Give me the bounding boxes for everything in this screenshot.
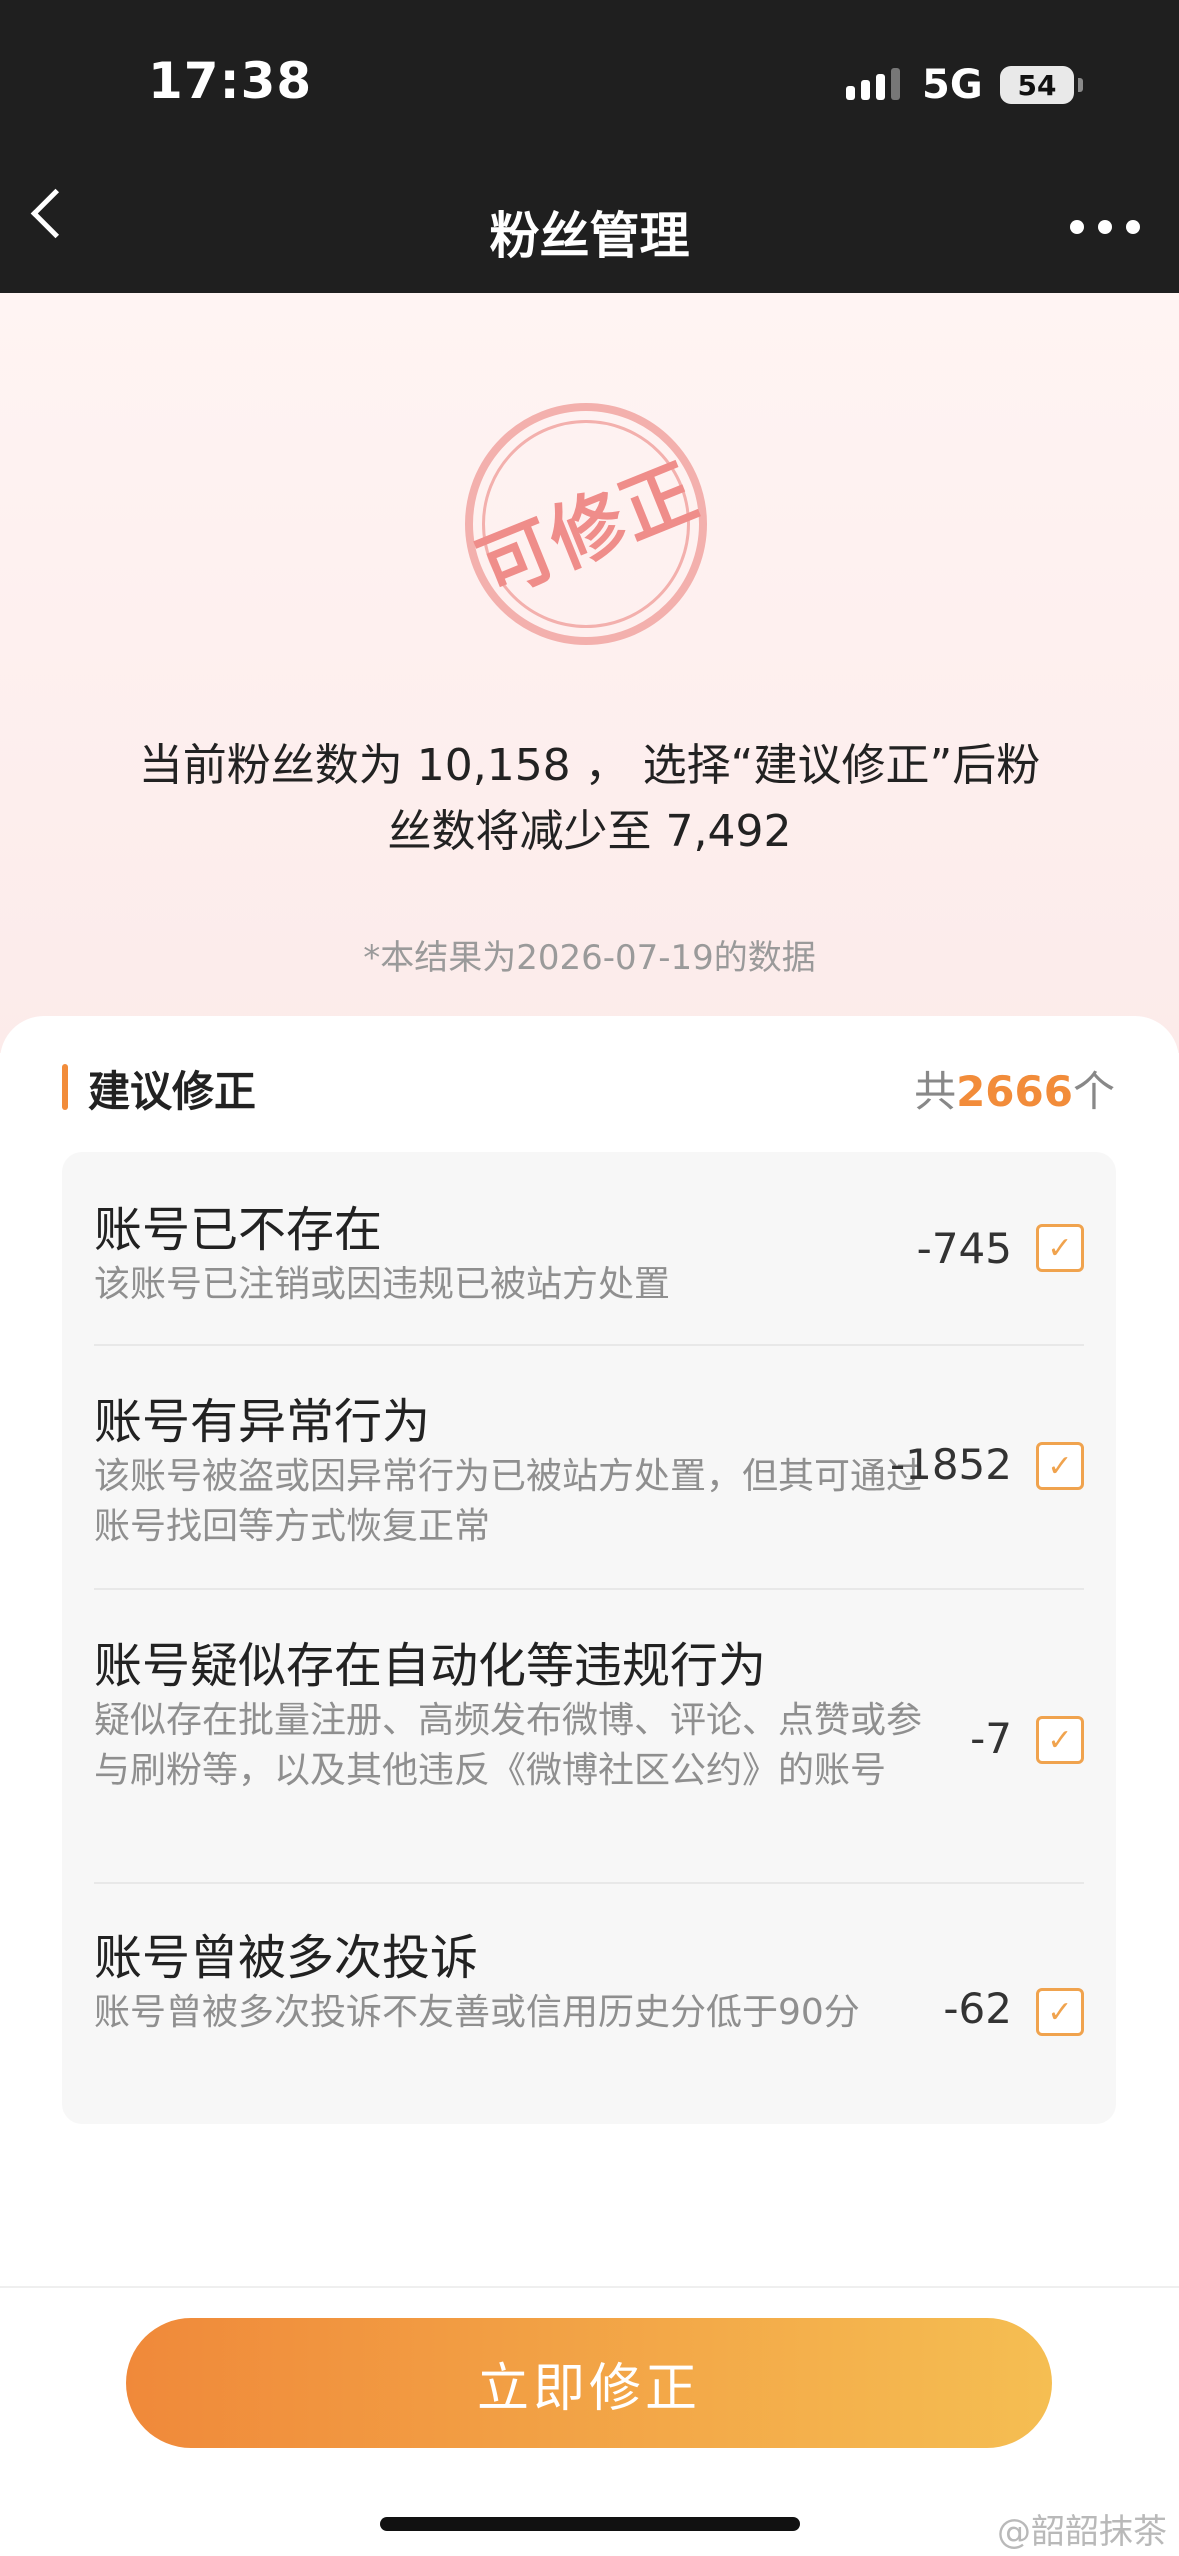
bottom-divider <box>0 2286 1179 2288</box>
item-checkbox[interactable]: ✓ <box>1036 1224 1084 1272</box>
item-value: -745 <box>916 1224 1012 1273</box>
count-prefix: 共 <box>914 1067 957 1116</box>
count-number: 2666 <box>956 1067 1073 1116</box>
item-title: 账号已不存在 <box>94 1202 383 1258</box>
count-suffix: 个 <box>1072 1067 1115 1116</box>
item-desc: 该账号被盗或因异常行为已被站方处置，但其可通过账号找回等方式恢复正常 <box>94 1456 923 1547</box>
item-checkbox[interactable]: ✓ <box>1036 1716 1084 1764</box>
network-label: 5G <box>922 62 983 108</box>
summary-line-2: 丝数将减少至 7,492 <box>387 806 792 857</box>
fan-count-summary: 当前粉丝数为 10,158 ， 选择“建议修正”后粉 丝数将减少至 7,492 <box>100 733 1079 865</box>
section-title: 建议修正 <box>88 1067 257 1116</box>
home-indicator[interactable] <box>380 2517 800 2531</box>
item-checkbox[interactable]: ✓ <box>1036 1442 1084 1490</box>
data-date-footnote: *本结果为2026-07-19的数据 <box>363 938 816 978</box>
item-desc: 该账号已注销或因违规已被站方处置 <box>94 1264 671 1305</box>
suggestion-list: 账号已不存在 该账号已注销或因违规已被站方处置 -745 ✓ 账号有异常行为 该… <box>62 1152 1116 2124</box>
section-accent-bar <box>62 1064 68 1110</box>
item-title: 账号疑似存在自动化等违规行为 <box>94 1638 767 1694</box>
item-checkbox[interactable]: ✓ <box>1036 1988 1084 2036</box>
section-count: 共2666个 <box>914 1058 1115 1119</box>
signal-icon <box>846 68 900 100</box>
item-desc: 疑似存在批量注册、高频发布微博、评论、点赞或参与刷粉等，以及其他违反《微博社区公… <box>94 1700 923 1791</box>
item-title: 账号曾被多次投诉 <box>94 1930 479 1986</box>
page-title: 粉丝管理 <box>489 207 690 265</box>
item-title: 账号有异常行为 <box>94 1394 431 1450</box>
battery-icon: 54 <box>1000 66 1074 104</box>
list-item[interactable]: 账号有异常行为 该账号被盗或因异常行为已被站方处置，但其可通过账号找回等方式恢复… <box>62 1346 1116 1588</box>
list-item[interactable]: 账号曾被多次投诉 账号曾被多次投诉不友善或信用历史分低于90分 -62 ✓ <box>62 1884 1116 2124</box>
list-item[interactable]: 账号疑似存在自动化等违规行为 疑似存在批量注册、高频发布微博、评论、点赞或参与刷… <box>62 1590 1116 1882</box>
item-value: -7 <box>970 1714 1012 1763</box>
status-time: 17:38 <box>148 52 313 110</box>
more-icon[interactable] <box>1070 220 1140 234</box>
item-value: -1852 <box>889 1440 1012 1489</box>
summary-line-1: 当前粉丝数为 10,158 ， 选择“建议修正”后粉 <box>138 740 1041 791</box>
item-value: -62 <box>943 1984 1012 2033</box>
item-desc: 账号曾被多次投诉不友善或信用历史分低于90分 <box>94 1992 860 2033</box>
battery-cap <box>1078 78 1083 92</box>
list-item[interactable]: 账号已不存在 该账号已注销或因违规已被站方处置 -745 ✓ <box>62 1152 1116 1344</box>
fix-now-button[interactable]: 立即修正 <box>126 2318 1052 2448</box>
watermark: @韶韶抹茶 <box>997 2512 1167 2552</box>
